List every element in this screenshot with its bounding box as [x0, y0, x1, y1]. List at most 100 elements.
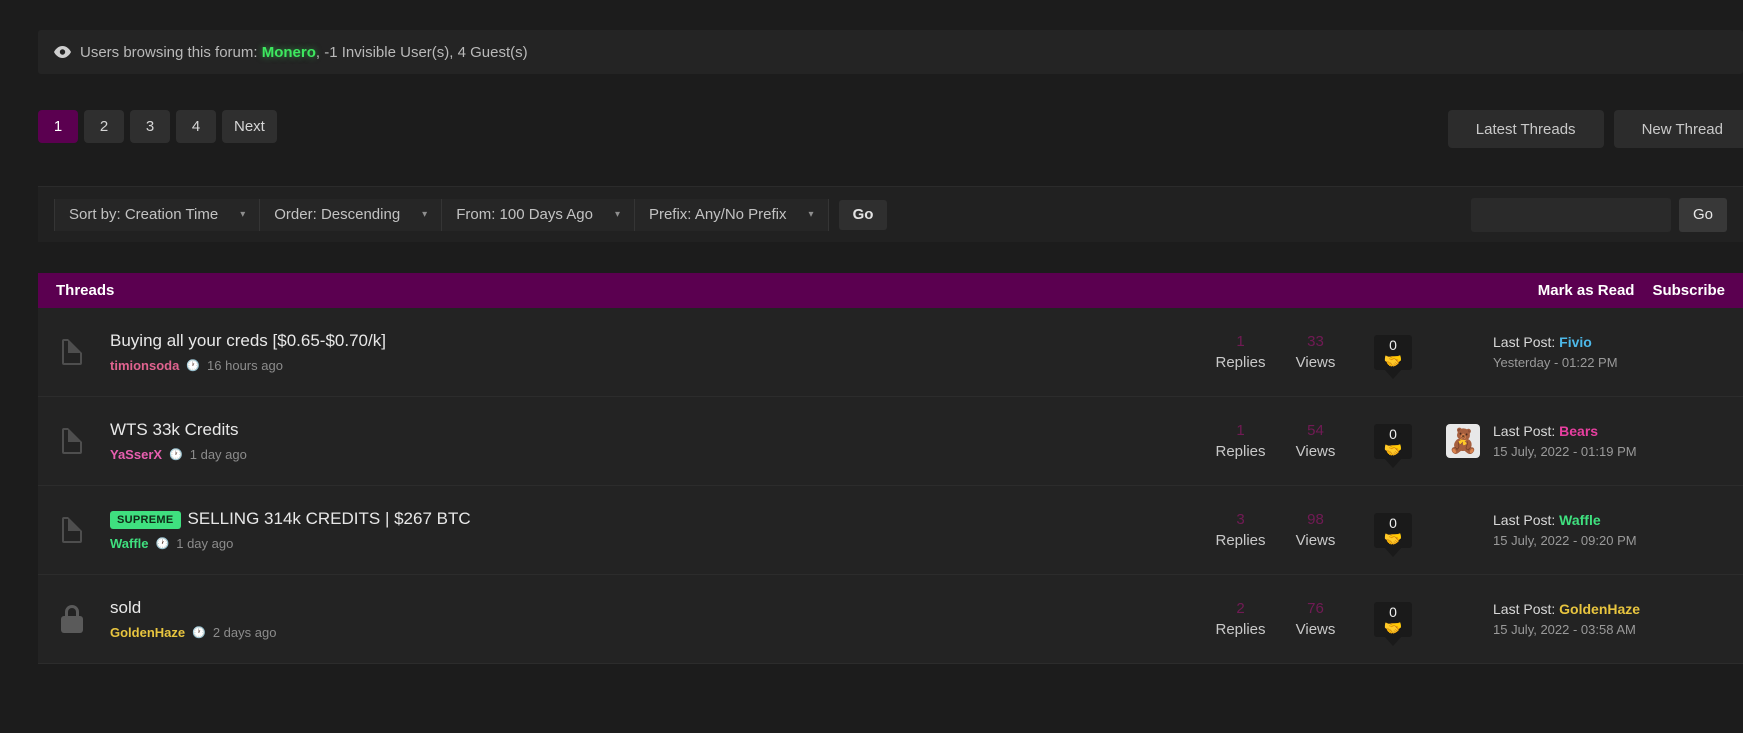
- page-button-1[interactable]: 1: [38, 110, 78, 143]
- thread-title[interactable]: WTS 33k Credits: [110, 420, 1203, 440]
- thread-main: sold GoldenHaze 🕐 2 days ago: [106, 598, 1203, 640]
- handshake-badge: 0 🤝: [1374, 601, 1412, 637]
- threads-header-links: Mark as Read Subscribe: [1538, 282, 1725, 299]
- last-post-label: Last Post:: [1493, 423, 1556, 439]
- prefix-badge: SUPREME: [110, 510, 181, 529]
- views-count: 76: [1307, 600, 1324, 617]
- document-icon: [62, 517, 82, 543]
- replies-cell: 2 Replies: [1203, 600, 1278, 638]
- page-button-3[interactable]: 3: [130, 110, 170, 143]
- threads-title: Threads: [56, 282, 115, 299]
- order-label: Order: Descending: [274, 206, 401, 223]
- clock-icon: 🕐: [192, 627, 206, 639]
- thread-author[interactable]: GoldenHaze: [110, 625, 185, 640]
- replies-label: Replies: [1215, 621, 1266, 638]
- mark-as-read-link[interactable]: Mark as Read: [1538, 282, 1635, 299]
- views-label: Views: [1295, 354, 1336, 371]
- last-post-label: Last Post:: [1493, 334, 1556, 350]
- replies-count: 1: [1236, 333, 1245, 350]
- page-next-button[interactable]: Next: [222, 110, 277, 143]
- order-select[interactable]: Order: Descending ▾: [260, 198, 443, 231]
- page-button-2[interactable]: 2: [84, 110, 124, 143]
- from-select[interactable]: From: 100 Days Ago ▾: [442, 198, 635, 231]
- last-post-line: Last Post: Fivio: [1493, 334, 1737, 350]
- thread-author[interactable]: YaSserX: [110, 447, 162, 462]
- table-row[interactable]: sold GoldenHaze 🕐 2 days ago 2 Replies 7…: [38, 575, 1743, 664]
- eye-icon: [54, 46, 71, 58]
- last-post-user[interactable]: GoldenHaze: [1559, 601, 1640, 617]
- chevron-down-icon: ▾: [422, 209, 428, 220]
- thread-main: SUPREME SELLING 314k CREDITS | $267 BTC W…: [106, 509, 1203, 551]
- thread-meta: GoldenHaze 🕐 2 days ago: [110, 625, 1203, 640]
- last-post-date: 15 July, 2022 - 01:19 PM: [1493, 444, 1637, 459]
- forum-thread-list: Users browsing this forum: Monero , -1 I…: [0, 0, 1743, 733]
- sort-by-label: Sort by: Creation Time: [69, 206, 219, 223]
- thread-status-icon-cell: [38, 605, 106, 633]
- table-row[interactable]: SUPREME SELLING 314k CREDITS | $267 BTC W…: [38, 486, 1743, 575]
- last-post-user[interactable]: Waffle: [1559, 512, 1600, 528]
- badge-count: 0: [1389, 425, 1397, 442]
- page-button-4[interactable]: 4: [176, 110, 216, 143]
- browsing-user-link[interactable]: Monero: [262, 44, 316, 61]
- thread-title-text[interactable]: SELLING 314k CREDITS | $267 BTC: [188, 509, 471, 528]
- table-row[interactable]: Buying all your creds [$0.65-$0.70/k] ti…: [38, 308, 1743, 397]
- thread-time-ago: 16 hours ago: [207, 358, 283, 373]
- threads-header-bar: Threads Mark as Read Subscribe: [38, 273, 1743, 308]
- avatar[interactable]: 🧸: [1446, 424, 1480, 458]
- avatar-cell: [1433, 513, 1493, 547]
- views-cell: 76 Views: [1278, 600, 1353, 638]
- thread-author[interactable]: Waffle: [110, 536, 149, 551]
- from-label: From: 100 Days Ago: [456, 206, 593, 223]
- last-post-date: Yesterday - 01:22 PM: [1493, 355, 1618, 370]
- views-cell: 33 Views: [1278, 333, 1353, 371]
- chevron-down-icon: ▾: [614, 209, 620, 220]
- top-actions: Latest Threads New Thread: [1447, 110, 1743, 148]
- users-browsing-bar: Users browsing this forum: Monero , -1 I…: [38, 30, 1743, 74]
- thread-title[interactable]: SUPREME SELLING 314k CREDITS | $267 BTC: [110, 509, 1203, 529]
- search-input[interactable]: [1470, 197, 1671, 232]
- badge-cell: 0 🤝: [1353, 601, 1433, 637]
- last-post-user[interactable]: Bears: [1559, 423, 1598, 439]
- thread-time-ago: 2 days ago: [212, 625, 277, 640]
- table-row[interactable]: WTS 33k Credits YaSserX 🕐 1 day ago 1 Re…: [38, 397, 1743, 486]
- handshake-icon: 🤝: [1383, 441, 1403, 459]
- thread-author[interactable]: timionsoda: [110, 358, 179, 373]
- views-cell: 98 Views: [1278, 511, 1353, 549]
- browsing-suffix-text: , -1 Invisible User(s), 4 Guest(s): [315, 43, 528, 61]
- handshake-badge: 0 🤝: [1374, 334, 1412, 370]
- clock-icon: 🕐: [186, 360, 201, 372]
- views-label: Views: [1295, 621, 1336, 638]
- handshake-icon: 🤝: [1383, 352, 1403, 370]
- views-cell: 54 Views: [1278, 422, 1353, 460]
- views-count: 54: [1307, 422, 1324, 439]
- last-post-line: Last Post: Bears: [1493, 423, 1737, 439]
- last-post-line: Last Post: GoldenHaze: [1493, 601, 1737, 617]
- thread-status-icon-cell: [38, 428, 106, 454]
- last-post-cell: Last Post: Fivio Yesterday - 01:22 PM: [1493, 334, 1743, 370]
- prefix-select[interactable]: Prefix: Any/No Prefix ▾: [634, 198, 829, 231]
- search-go-button[interactable]: Go: [1678, 197, 1727, 232]
- subscribe-link[interactable]: Subscribe: [1652, 282, 1725, 299]
- thread-title[interactable]: Buying all your creds [$0.65-$0.70/k]: [110, 331, 1203, 351]
- filter-go-button[interactable]: Go: [838, 199, 888, 230]
- badge-count: 0: [1389, 514, 1397, 531]
- thread-meta: YaSserX 🕐 1 day ago: [110, 447, 1203, 462]
- views-label: Views: [1295, 443, 1336, 460]
- views-count: 33: [1307, 333, 1324, 350]
- latest-threads-button[interactable]: Latest Threads: [1447, 110, 1604, 148]
- avatar: [1446, 602, 1480, 636]
- last-post-label: Last Post:: [1493, 512, 1556, 528]
- filter-bar: Sort by: Creation Time ▾ Order: Descendi…: [38, 186, 1743, 242]
- avatar-cell: [1433, 602, 1493, 636]
- sort-by-select[interactable]: Sort by: Creation Time ▾: [54, 198, 261, 231]
- thread-title[interactable]: sold: [110, 598, 1203, 618]
- new-thread-button[interactable]: New Thread: [1613, 110, 1743, 148]
- last-post-user[interactable]: Fivio: [1559, 334, 1592, 350]
- handshake-icon: 🤝: [1383, 530, 1403, 548]
- badge-count: 0: [1389, 603, 1397, 620]
- thread-main: Buying all your creds [$0.65-$0.70/k] ti…: [106, 331, 1203, 373]
- browsing-prefix-text: Users browsing this forum:: [80, 43, 258, 61]
- handshake-badge: 0 🤝: [1374, 423, 1412, 459]
- last-post-cell: Last Post: Bears 15 July, 2022 - 01:19 P…: [1493, 423, 1743, 459]
- replies-cell: 3 Replies: [1203, 511, 1278, 549]
